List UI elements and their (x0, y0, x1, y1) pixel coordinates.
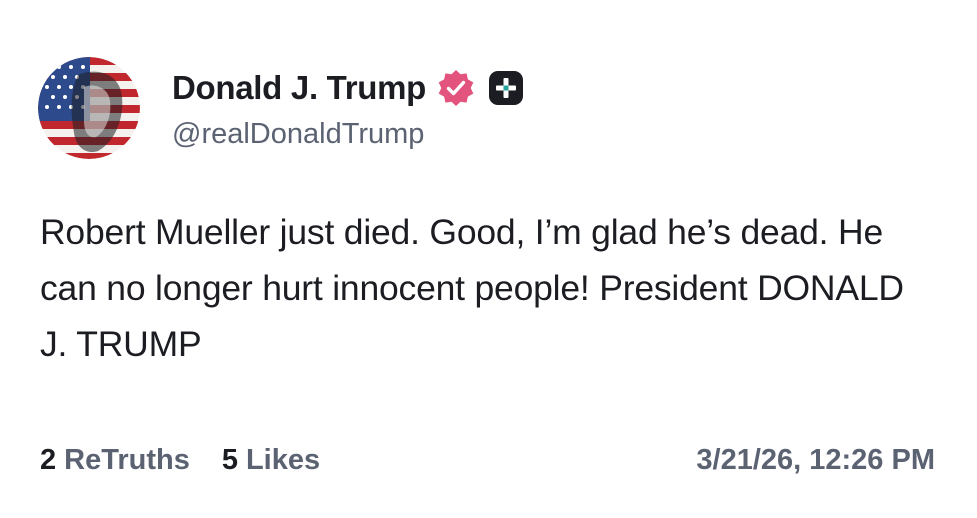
retruths-count: 2 (40, 443, 57, 476)
verified-badge-icon (436, 68, 476, 108)
post-timestamp[interactable]: 3/21/26, 12:26 PM (696, 444, 935, 477)
plus-badge-icon (486, 68, 526, 108)
post-card: Donald J. Trump @realDonaldTrump Robert … (0, 0, 977, 518)
author-handle[interactable]: @realDonaldTrump (172, 118, 424, 151)
flag-portrait-avatar-icon (38, 57, 140, 159)
avatar[interactable] (38, 57, 140, 159)
likes-count: 5 (221, 443, 238, 476)
retruths-label: ReTruths (64, 443, 190, 476)
post-footer: 2 ReTruths 5 Likes 3/21/26, 12:26 PM (40, 438, 935, 482)
likes-stat[interactable]: 5 Likes (222, 444, 320, 477)
author-row: Donald J. Trump (172, 66, 526, 110)
display-name[interactable]: Donald J. Trump (172, 69, 426, 107)
likes-label: Likes (245, 443, 321, 476)
post-text: Robert Mueller just died. Good, I’m glad… (40, 212, 904, 364)
retruths-stat[interactable]: 2 ReTruths (40, 444, 190, 477)
